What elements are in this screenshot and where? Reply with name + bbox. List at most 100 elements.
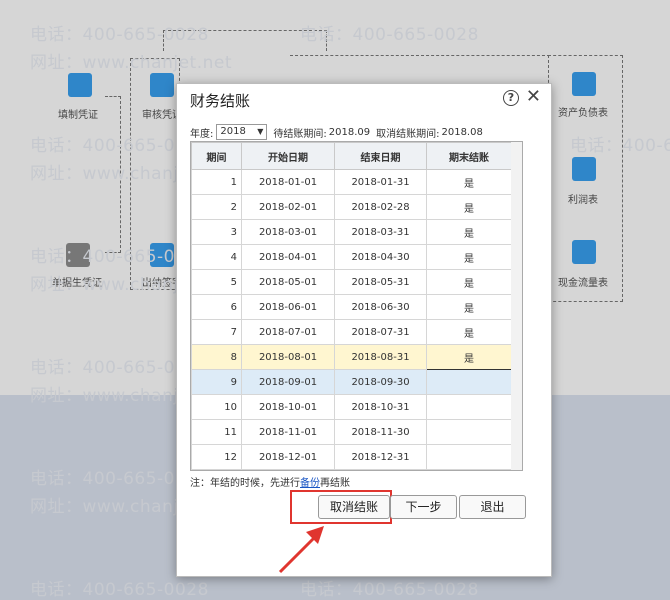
cell-end-date: 2018-05-31 bbox=[334, 269, 427, 295]
cell-start-date: 2018-07-01 bbox=[241, 319, 335, 345]
cell-closed: 是 bbox=[426, 169, 511, 195]
watermark-phone: 电话：400-665-0028 bbox=[30, 580, 209, 600]
cell-start-date: 2018-01-01 bbox=[241, 169, 335, 195]
voucher-audit-icon[interactable] bbox=[150, 73, 174, 97]
cell-period: 9 bbox=[191, 369, 242, 395]
table-row[interactable]: 4 2018-04-01 2018-04-30 是 bbox=[191, 244, 511, 270]
cell-closed-selected[interactable]: 是 bbox=[426, 344, 511, 370]
cell-end-date: 2018-04-30 bbox=[334, 244, 427, 270]
balance-sheet-icon[interactable] bbox=[572, 72, 596, 96]
flow-label[interactable]: 现金流量表 bbox=[558, 274, 608, 289]
column-header-closed[interactable]: 期末结账 bbox=[426, 142, 511, 170]
cell-period: 7 bbox=[191, 319, 242, 345]
help-icon[interactable]: ? bbox=[503, 90, 519, 106]
table-row[interactable]: 11 2018-11-01 2018-11-30 bbox=[191, 419, 511, 445]
voucher-entry-icon[interactable] bbox=[68, 73, 92, 97]
watermark-phone: 电话：400-665-0028 bbox=[300, 25, 479, 45]
annotation-arrow-icon bbox=[278, 526, 324, 574]
table-row[interactable]: 10 2018-10-01 2018-10-31 bbox=[191, 394, 511, 420]
cell-closed: 是 bbox=[426, 319, 511, 345]
column-header-start-date[interactable]: 开始日期 bbox=[241, 142, 335, 170]
close-icon[interactable]: ✕ bbox=[526, 87, 541, 107]
watermark-web: 网址：www.chanjet.net bbox=[30, 53, 233, 73]
cell-closed bbox=[426, 419, 511, 445]
cell-start-date: 2018-09-01 bbox=[241, 369, 335, 395]
cell-period: 5 bbox=[191, 269, 242, 295]
table-scrollbar[interactable] bbox=[511, 141, 523, 471]
period-table-container: 期间 开始日期 结束日期 期末结账 1 2018-01-01 2018-01-31 是… bbox=[190, 141, 512, 471]
column-header-period[interactable]: 期间 bbox=[191, 142, 242, 170]
cell-closed: 是 bbox=[426, 194, 511, 220]
cell-start-date: 2018-11-01 bbox=[241, 419, 335, 445]
cell-end-date: 2018-06-30 bbox=[334, 294, 427, 320]
cell-closed bbox=[426, 369, 511, 395]
current-period-label: 待结账期间: bbox=[273, 128, 327, 140]
table-row[interactable]: 1 2018-01-01 2018-01-31 是 bbox=[191, 169, 511, 195]
cell-period: 1 bbox=[191, 169, 242, 195]
chevron-down-icon: ▼ bbox=[257, 127, 264, 136]
year-label: 年度: bbox=[190, 128, 214, 140]
cell-period: 8 bbox=[191, 344, 242, 370]
table-row[interactable]: 6 2018-06-01 2018-06-30 是 bbox=[191, 294, 511, 320]
cell-start-date: 2018-05-01 bbox=[241, 269, 335, 295]
cell-start-date: 2018-02-01 bbox=[241, 194, 335, 220]
watermark-phone: 电话：400-665-0028 bbox=[30, 25, 209, 45]
cell-end-date: 2018-01-31 bbox=[334, 169, 427, 195]
cell-closed: 是 bbox=[426, 244, 511, 270]
cell-period: 12 bbox=[191, 444, 242, 470]
exit-button[interactable]: 退出 bbox=[459, 495, 526, 519]
watermark-phone: 电话：400-665-0028 bbox=[570, 136, 670, 156]
cell-end-date: 2018-10-31 bbox=[334, 394, 427, 420]
column-header-end-date[interactable]: 结束日期 bbox=[334, 142, 427, 170]
cell-start-date: 2018-06-01 bbox=[241, 294, 335, 320]
flow-label[interactable]: 利润表 bbox=[568, 191, 598, 206]
next-step-button[interactable]: 下一步 bbox=[390, 495, 457, 519]
flow-connector bbox=[290, 55, 550, 57]
cell-start-date: 2018-08-01 bbox=[241, 344, 335, 370]
table-row[interactable]: 5 2018-05-01 2018-05-31 是 bbox=[191, 269, 511, 295]
cell-start-date: 2018-12-01 bbox=[241, 444, 335, 470]
financial-closing-dialog: 财务结账 ? ✕ 年度: 2018 ▼ 待结账期间: 2018.09 取消结账期… bbox=[176, 83, 552, 577]
backup-link[interactable]: 备份 bbox=[300, 478, 320, 489]
current-period-value: 2018.09 bbox=[328, 126, 371, 138]
cell-end-date: 2018-11-30 bbox=[334, 419, 427, 445]
cell-period: 3 bbox=[191, 219, 242, 245]
year-value: 2018 bbox=[220, 126, 246, 137]
cell-end-date: 2018-08-31 bbox=[334, 344, 427, 370]
period-table: 期间 开始日期 结束日期 期末结账 1 2018-01-01 2018-01-31 是… bbox=[191, 142, 511, 470]
table-row[interactable]: 12 2018-12-01 2018-12-31 bbox=[191, 444, 511, 470]
cancel-period-value: 2018.08 bbox=[441, 126, 483, 138]
backup-note: 注：年结的时候，先进行备份再结账 bbox=[190, 474, 350, 489]
cell-period: 10 bbox=[191, 394, 242, 420]
cell-period: 4 bbox=[191, 244, 242, 270]
table-row[interactable]: 3 2018-03-01 2018-03-31 是 bbox=[191, 219, 511, 245]
cell-start-date: 2018-10-01 bbox=[241, 394, 335, 420]
income-statement-icon[interactable] bbox=[572, 157, 596, 181]
note-prefix: 注：年结的时候，先进行 bbox=[190, 478, 300, 489]
cell-start-date: 2018-03-01 bbox=[241, 219, 335, 245]
table-row-cancel-period[interactable]: 8 2018-08-01 2018-08-31 是 bbox=[191, 344, 511, 370]
table-row[interactable]: 2 2018-02-01 2018-02-28 是 bbox=[191, 194, 511, 220]
dialog-title: 财务结账 bbox=[190, 92, 251, 110]
cell-closed bbox=[426, 444, 511, 470]
flow-label[interactable]: 填制凭证 bbox=[58, 106, 98, 121]
year-select[interactable]: 2018 ▼ bbox=[216, 124, 268, 140]
cell-closed: 是 bbox=[426, 269, 511, 295]
cell-end-date: 2018-12-31 bbox=[334, 444, 427, 470]
cell-period: 6 bbox=[191, 294, 242, 320]
table-row[interactable]: 7 2018-07-01 2018-07-31 是 bbox=[191, 319, 511, 345]
cell-end-date: 2018-09-30 bbox=[334, 369, 427, 395]
cancel-period-label: 取消结账期间: bbox=[376, 128, 440, 140]
cell-start-date: 2018-04-01 bbox=[241, 244, 335, 270]
flow-label[interactable]: 资产负债表 bbox=[558, 104, 608, 119]
cell-end-date: 2018-03-31 bbox=[334, 219, 427, 245]
cash-flow-icon[interactable] bbox=[572, 240, 596, 264]
period-filter-bar: 年度: 2018 ▼ 待结账期间: 2018.09 取消结账期间: 2018.0… bbox=[190, 124, 483, 140]
cell-end-date: 2018-07-31 bbox=[334, 319, 427, 345]
cancel-closing-button[interactable]: 取消结账 bbox=[318, 495, 390, 519]
cell-period: 2 bbox=[191, 194, 242, 220]
table-row-current-period[interactable]: 9 2018-09-01 2018-09-30 bbox=[191, 369, 511, 395]
cell-closed: 是 bbox=[426, 294, 511, 320]
note-suffix: 再结账 bbox=[320, 478, 350, 489]
cell-end-date: 2018-02-28 bbox=[334, 194, 427, 220]
